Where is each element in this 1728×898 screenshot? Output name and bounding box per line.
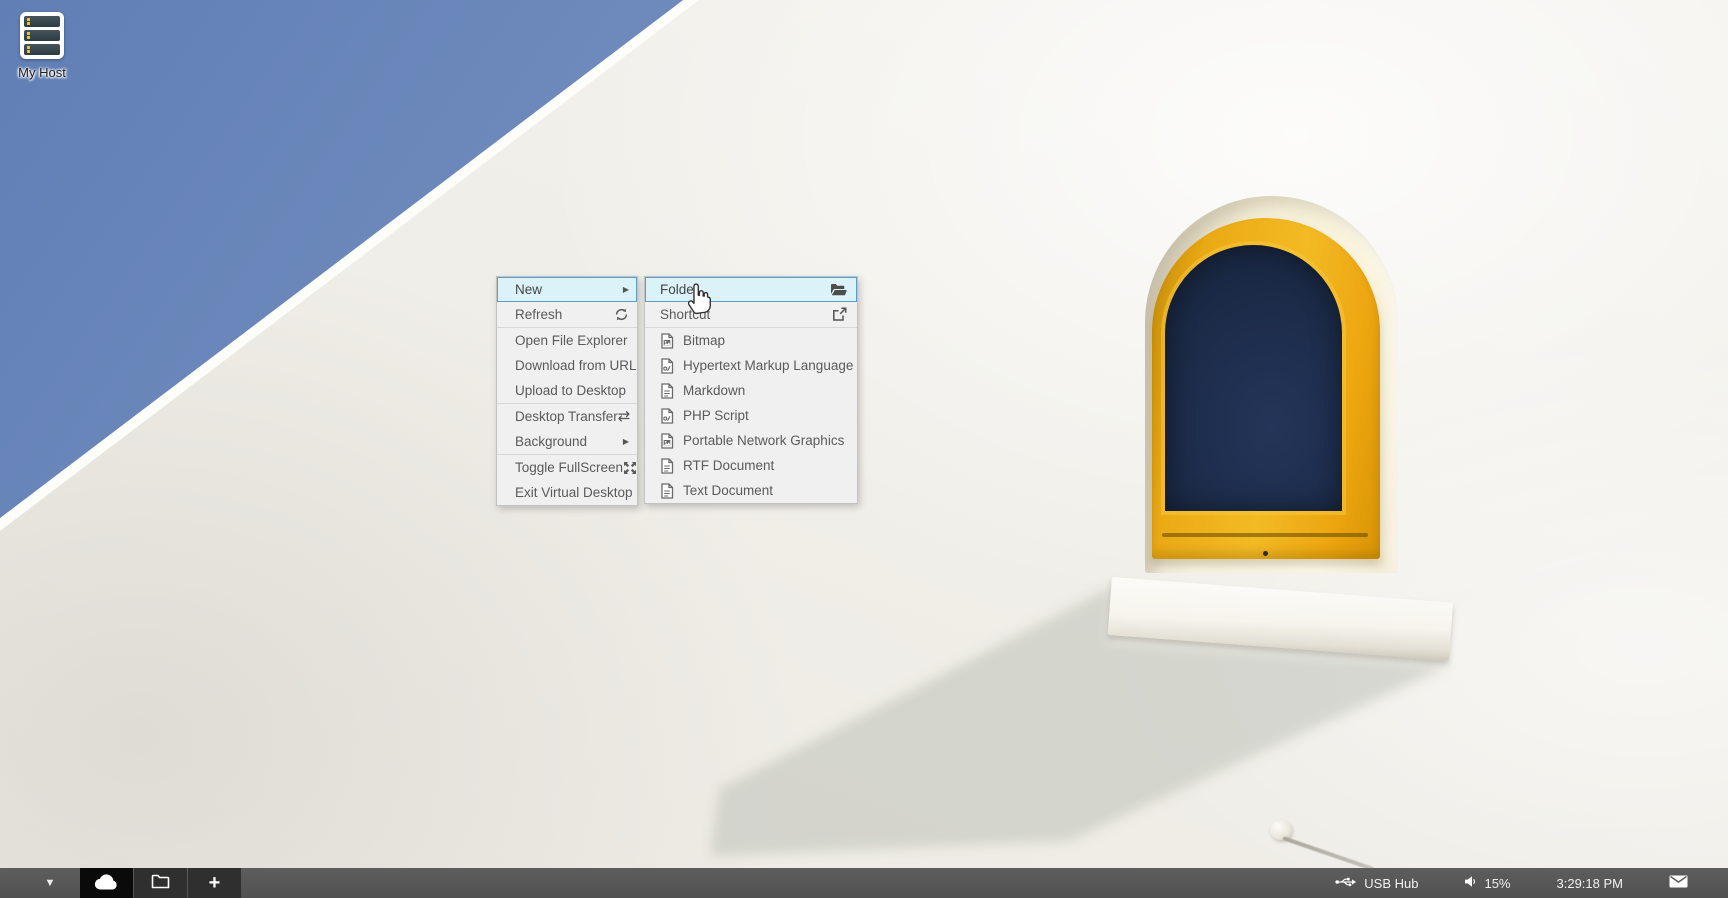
menu-item-open-file-explorer[interactable]: Open File Explorer — [497, 328, 637, 353]
menu-item-label: Text Document — [683, 483, 773, 498]
context-menu: New ▶ Refresh Open File Explorer Downloa… — [496, 276, 638, 506]
menu-item-download-from-url[interactable]: Download from URL — [497, 353, 637, 378]
volume-label: 15% — [1484, 876, 1510, 891]
menu-item-label: Exit Virtual Desktop — [515, 485, 633, 500]
menu-item-label: Markdown — [683, 383, 745, 398]
menu-item-label: RTF Document — [683, 458, 774, 473]
transfer-arrows-icon: ⇄ — [618, 409, 631, 424]
fullscreen-arrows-icon — [623, 461, 637, 475]
server-icon — [20, 12, 64, 59]
menu-item-label: Folder — [660, 282, 698, 297]
submenu-item-text-document[interactable]: Text Document — [645, 478, 857, 503]
menu-item-upload-to-desktop[interactable]: Upload to Desktop — [497, 378, 637, 403]
window-recess — [1145, 196, 1398, 573]
menu-item-toggle-fullscreen[interactable]: Toggle FullScreen — [497, 455, 637, 480]
menu-item-background[interactable]: Background ▶ — [497, 429, 637, 454]
submenu-arrow-icon: ▶ — [623, 285, 629, 294]
cloud-app-button[interactable] — [80, 868, 133, 898]
submenu-item-folder[interactable]: Folder — [645, 277, 857, 302]
menu-item-refresh[interactable]: Refresh — [497, 302, 637, 327]
menu-item-label: Toggle FullScreen — [515, 460, 623, 475]
image-file-icon — [660, 433, 677, 449]
submenu-item-php-script[interactable]: PHP Script — [645, 403, 857, 428]
new-submenu: Folder Shortcut Bitmap Hypertext Markup … — [644, 276, 858, 504]
text-file-icon — [660, 383, 677, 399]
taskbar: ▼ + USB Hub 15% 3:29:18 PM — [0, 868, 1728, 898]
code-file-icon — [660, 358, 677, 374]
submenu-arrow-icon: ▶ — [623, 437, 629, 446]
submenu-item-png[interactable]: Portable Network Graphics — [645, 428, 857, 453]
speaker-icon — [1464, 875, 1477, 891]
menu-item-label: Shortcut — [660, 307, 710, 322]
menu-item-label: Refresh — [515, 307, 562, 322]
usb-label: USB Hub — [1364, 876, 1418, 891]
window-glass — [1165, 245, 1342, 511]
usb-status[interactable]: USB Hub — [1335, 876, 1418, 891]
usb-icon — [1335, 876, 1357, 891]
submenu-item-bitmap[interactable]: Bitmap — [645, 328, 857, 353]
menu-item-label: Background — [515, 434, 587, 449]
cloud-icon — [94, 873, 120, 893]
menu-item-label: Upload to Desktop — [515, 383, 626, 398]
menu-item-exit-virtual-desktop[interactable]: Exit Virtual Desktop — [497, 480, 637, 505]
window-frame-groove — [1162, 533, 1368, 537]
submenu-item-markdown[interactable]: Markdown — [645, 378, 857, 403]
folder-icon — [151, 874, 170, 892]
sill-shadow-wrap — [0, 0, 1728, 898]
envelope-icon — [1669, 875, 1688, 891]
file-explorer-button[interactable] — [134, 868, 187, 898]
add-app-button[interactable]: + — [188, 868, 241, 898]
clock-label: 3:29:18 PM — [1557, 876, 1624, 891]
menu-item-new[interactable]: New ▶ — [497, 277, 637, 302]
menu-item-label: Bitmap — [683, 333, 725, 348]
window-frame — [1152, 218, 1380, 559]
text-file-icon — [660, 483, 677, 499]
menu-item-label: New — [515, 282, 542, 297]
menu-item-label: Open File Explorer — [515, 333, 628, 348]
text-file-icon — [660, 458, 677, 474]
plus-icon: + — [209, 872, 221, 895]
external-link-icon — [832, 307, 847, 322]
folder-open-icon — [830, 283, 847, 296]
mail-button[interactable] — [1669, 875, 1688, 891]
submenu-item-rtf[interactable]: RTF Document — [645, 453, 857, 478]
clock[interactable]: 3:29:18 PM — [1557, 876, 1624, 891]
window-sill-shadow — [0, 0, 1728, 898]
submenu-item-html[interactable]: Hypertext Markup Language — [645, 353, 857, 378]
code-file-icon — [660, 408, 677, 424]
menu-item-label: Portable Network Graphics — [683, 433, 844, 448]
desktop-icon-label: My Host — [2, 65, 82, 80]
menu-item-label: Hypertext Markup Language — [683, 358, 853, 373]
virtual-desktop: { "desktop": { "my_host_label": "My Host… — [0, 0, 1728, 898]
taskbar-status-area: USB Hub 15% 3:29:18 PM — [1335, 868, 1728, 898]
volume-status[interactable]: 15% — [1464, 875, 1510, 891]
submenu-item-shortcut[interactable]: Shortcut — [645, 302, 857, 327]
image-file-icon — [660, 333, 677, 349]
menu-item-label: Download from URL — [515, 358, 637, 373]
desktop-icon-my-host[interactable]: My Host — [2, 12, 82, 80]
menu-item-label: Desktop Transfer — [515, 409, 618, 424]
menu-item-desktop-transfer[interactable]: Desktop Transfer ⇄ — [497, 404, 637, 429]
chevron-down-icon[interactable]: ▼ — [36, 868, 64, 898]
refresh-icon — [614, 307, 629, 322]
window-knob-dot — [1263, 551, 1268, 556]
menu-item-label: PHP Script — [683, 408, 749, 423]
